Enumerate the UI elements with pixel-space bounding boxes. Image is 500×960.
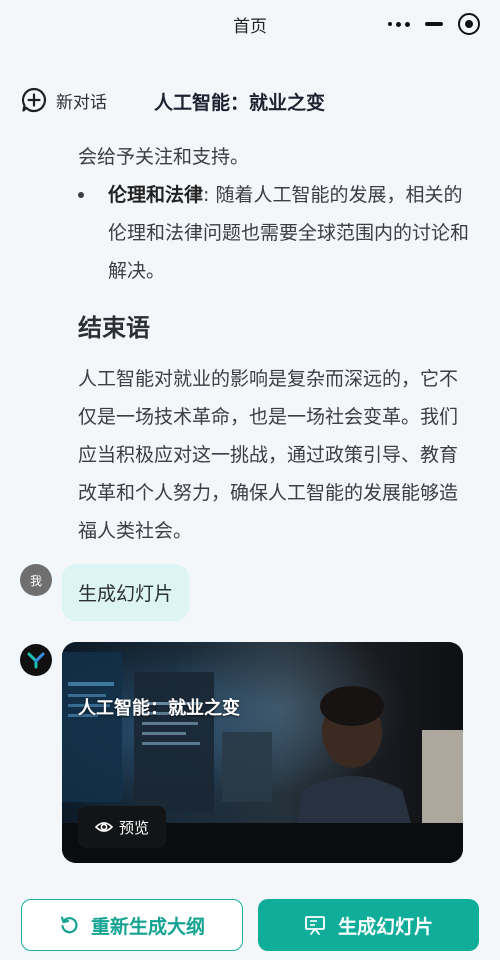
mini-program-capsule — [376, 8, 486, 40]
chat-header: 新对话 人工智能：就业之变 — [0, 80, 500, 120]
user-message-bubble: 生成幻灯片 — [62, 564, 190, 621]
close-program-icon[interactable] — [458, 13, 480, 35]
preview-button[interactable]: 预览 — [78, 806, 166, 848]
refresh-icon — [60, 916, 78, 934]
generate-slides-button[interactable]: 生成幻灯片 — [258, 899, 479, 951]
bot-logo-icon — [27, 652, 45, 669]
list-item-title: 伦理和法律 — [108, 184, 204, 206]
minimize-icon[interactable] — [425, 22, 443, 26]
preview-label: 预览 — [118, 818, 149, 837]
regenerate-label: 重新生成大纲 — [90, 915, 205, 938]
slide-preview-card[interactable]: 人工智能：就业之变 预览 — [62, 642, 463, 863]
bullet-dot — [78, 192, 84, 198]
eye-icon — [94, 822, 113, 832]
more-options-icon[interactable] — [388, 21, 410, 27]
chat-title: 人工智能：就业之变 — [154, 92, 326, 114]
article-text: 会给予关注和支持。 — [78, 146, 250, 168]
top-bar: 首页 — [0, 0, 500, 48]
new-chat-button[interactable]: 新对话 — [20, 86, 107, 114]
list-item: 伦理和法律: 随着人工智能的发展，相关的伦理和法律问题也需要全球范围内的讨论和解… — [78, 176, 470, 290]
section-heading: 结束语 — [78, 314, 150, 342]
bot-avatar — [20, 644, 52, 676]
presentation-icon — [305, 916, 325, 935]
slide-title: 人工智能：就业之变 — [78, 698, 240, 719]
new-chat-label: 新对话 — [56, 92, 107, 113]
generate-label: 生成幻灯片 — [337, 915, 433, 938]
regenerate-outline-button[interactable]: 重新生成大纲 — [21, 899, 243, 951]
avatar: 我 — [20, 564, 52, 596]
assistant-article: 会给予关注和支持。 伦理和法律: 随着人工智能的发展，相关的伦理和法律问题也需要… — [78, 138, 470, 550]
bottom-actions: 重新生成大纲 生成幻灯片 — [0, 898, 500, 952]
new-chat-icon — [21, 87, 47, 113]
conclusion-text: 人工智能对就业的影响是复杂而深远的，它不仅是一场技术革命，也是一场社会变革。我们… — [78, 368, 459, 542]
